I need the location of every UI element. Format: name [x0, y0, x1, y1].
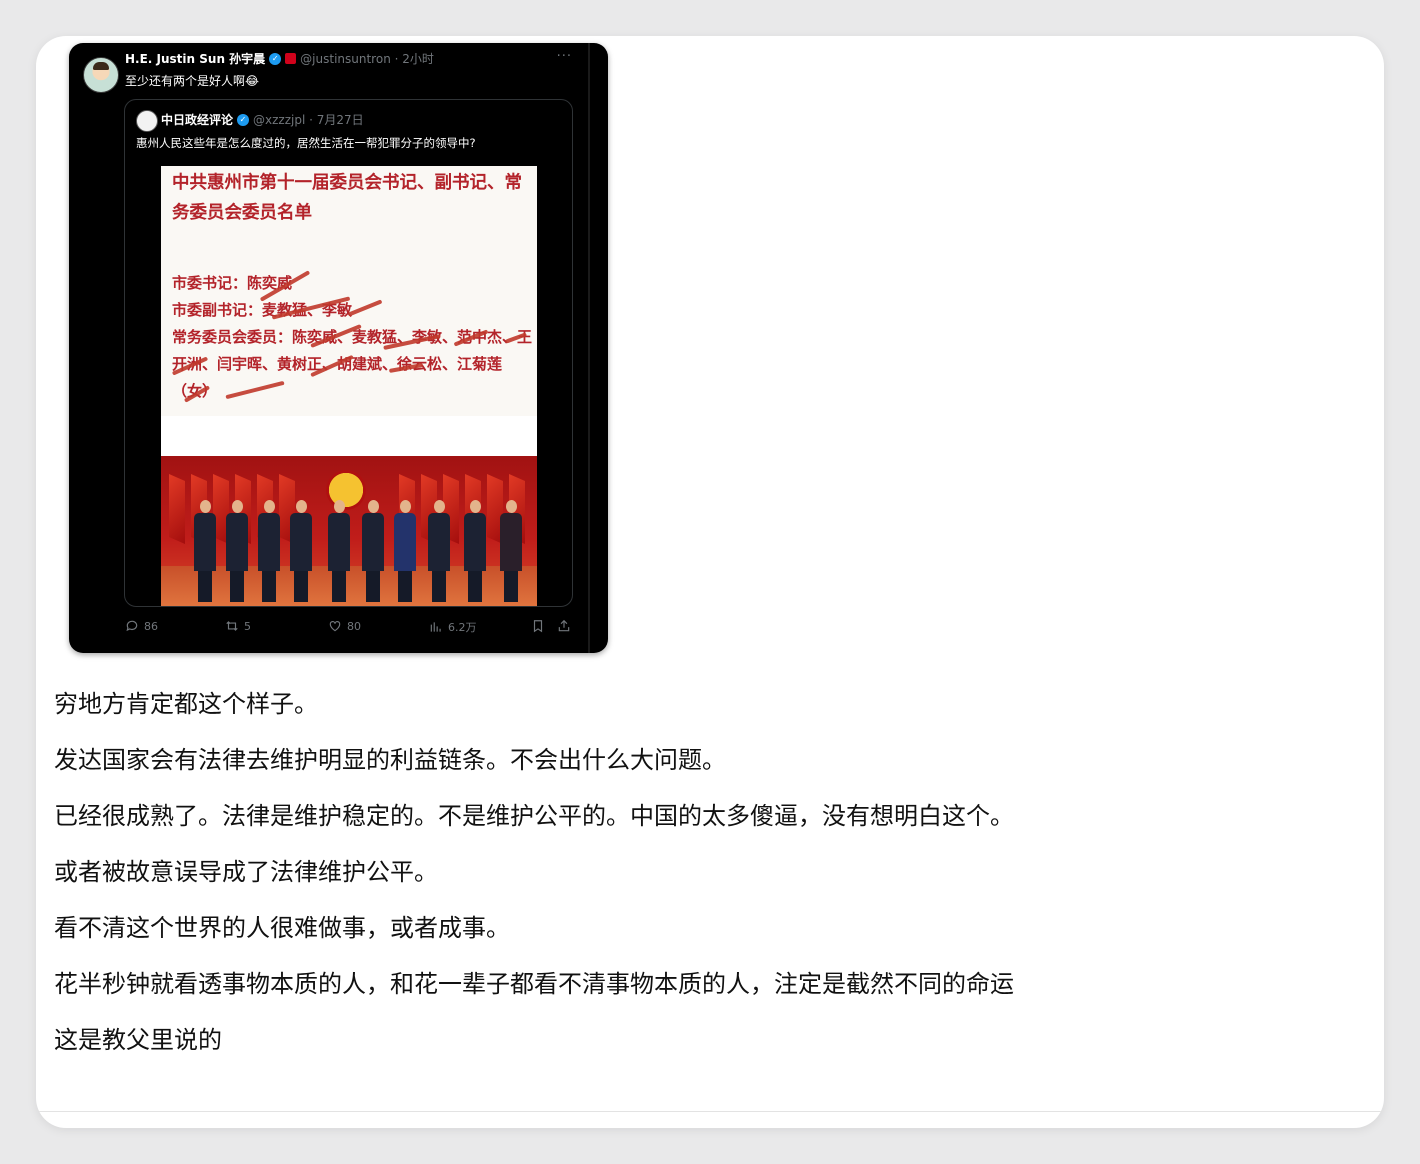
person-figure	[327, 500, 351, 602]
quoted-tweet[interactable]: 中日政经评论 ✓ @xzzzjpl · 7月27日 惠州人民这些年是怎么度过的，…	[124, 99, 573, 607]
member-list-image[interactable]: 中共惠州市第十一届委员会书记、副书记、常务委员会委员名单 市委书记：陈奕威 市委…	[161, 166, 537, 416]
post-card: H.E. Justin Sun 孙宇晨 ✓ @justinsuntron · 2…	[36, 36, 1384, 1128]
retweet-icon	[226, 621, 238, 631]
flag-decoration	[169, 474, 185, 544]
tweet-action-bar: 86 5 80 6.2万	[125, 619, 585, 635]
retweet-button[interactable]: 5	[225, 619, 251, 633]
post-paragraph: 或者被故意误导成了法律维护公平。	[54, 858, 438, 886]
tweet-header: H.E. Justin Sun 孙宇晨 ✓ @justinsuntron · 2…	[125, 50, 434, 67]
person-figure	[257, 500, 281, 602]
verified-badge-icon: ✓	[269, 52, 282, 65]
quoted-tweet-header: 中日政经评论 ✓ @xzzzjpl · 7月27日	[161, 111, 364, 128]
verified-badge-icon: ✓	[237, 113, 250, 126]
person-figure	[499, 500, 523, 602]
post-paragraph: 发达国家会有法律去维护明显的利益链条。不会出什么大问题。	[54, 746, 726, 774]
post-paragraph: 这是教父里说的	[54, 1026, 222, 1054]
post-paragraph: 已经很成熟了。法律是维护稳定的。不是维护公平的。中国的太多傻逼，没有想明白这个。	[54, 802, 1014, 830]
share-icon	[558, 619, 570, 632]
person-figure	[225, 500, 249, 602]
affiliation-badge-icon	[285, 53, 297, 64]
post-paragraph: 穷地方肯定都这个样子。	[54, 690, 318, 718]
document-line: 市委书记：陈奕威	[172, 274, 293, 292]
person-figure	[193, 500, 217, 602]
scrollbar[interactable]	[588, 43, 590, 653]
share-button[interactable]	[557, 619, 571, 633]
embedded-tweet-screenshot[interactable]: H.E. Justin Sun 孙宇晨 ✓ @justinsuntron · 2…	[69, 43, 608, 653]
views-button[interactable]: 6.2万	[429, 619, 477, 635]
bookmark-button[interactable]	[531, 619, 545, 633]
post-paragraph: 花半秒钟就看透事物本质的人，和花一辈子都看不清事物本质的人，注定是截然不同的命运	[54, 970, 1014, 998]
author-avatar[interactable]	[83, 57, 119, 93]
person-figure	[289, 500, 313, 602]
like-count: 80	[347, 619, 361, 633]
quoted-author-name[interactable]: 中日政经评论	[161, 111, 233, 128]
person-figure	[463, 500, 487, 602]
reply-count: 86	[144, 619, 158, 633]
person-figure	[393, 500, 417, 602]
person-figure	[361, 500, 385, 602]
post-body: 穷地方肯定都这个样子。 发达国家会有法律去维护明显的利益链条。不会出什么大问题。…	[54, 690, 1354, 1082]
group-photo[interactable]	[161, 456, 537, 606]
post-paragraph: 看不清这个世界的人很难做事，或者成事。	[54, 914, 510, 942]
reply-button[interactable]: 86	[125, 619, 158, 633]
person-figure	[427, 500, 451, 602]
more-options-icon[interactable]: ···	[557, 49, 572, 64]
bookmark-icon	[533, 620, 543, 633]
author-name[interactable]: H.E. Justin Sun 孙宇晨	[125, 50, 265, 67]
views-chart-icon	[430, 622, 441, 632]
document-title: 中共惠州市第十一届委员会书记、副书记、常务委员会委员名单	[172, 173, 522, 223]
author-handle: @justinsuntron · 2小时	[300, 52, 434, 66]
reply-icon	[126, 620, 138, 632]
tweet-text: 至少还有两个是好人啊😂	[125, 74, 260, 88]
image-gap	[161, 416, 537, 456]
quoted-author-handle: @xzzzjpl · 7月27日	[253, 113, 364, 127]
divider	[36, 1111, 1384, 1112]
retweet-count: 5	[244, 619, 251, 633]
quoted-author-avatar[interactable]	[136, 110, 158, 132]
quoted-tweet-text: 惠州人民这些年是怎么度过的，居然生活在一帮犯罪分子的领导中?	[136, 136, 476, 150]
like-button[interactable]: 80	[328, 619, 361, 633]
document-body: 市委书记：陈奕威 市委副书记：麦教猛、李敏 常务委员会委员：陈奕威、麦教猛、李敏…	[172, 270, 532, 405]
heart-icon	[329, 621, 341, 632]
views-count: 6.2万	[448, 621, 477, 634]
